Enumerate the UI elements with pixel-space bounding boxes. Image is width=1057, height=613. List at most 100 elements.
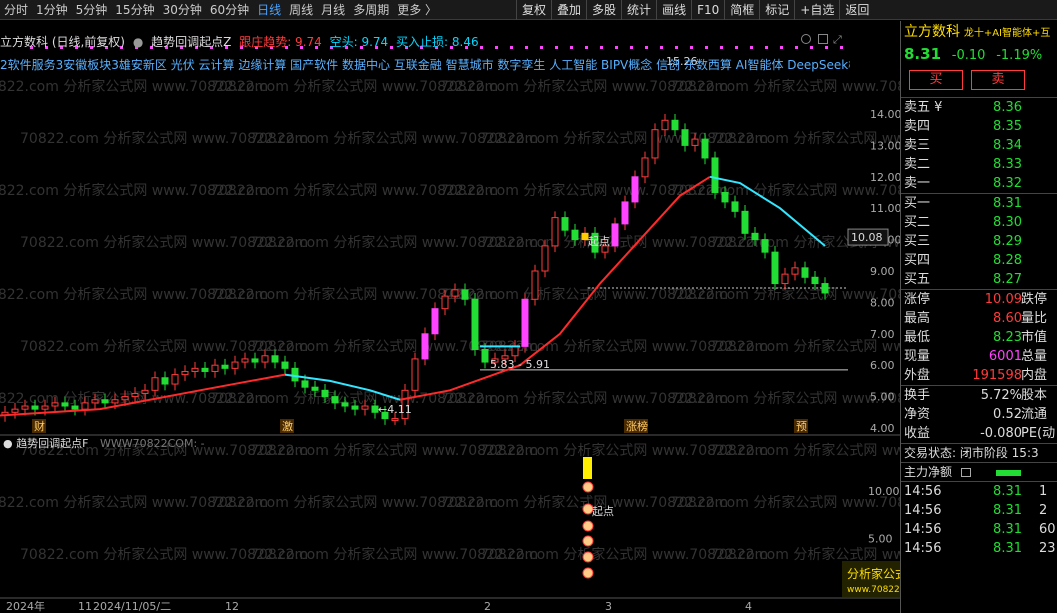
period-tab[interactable]: 分时 (0, 0, 32, 20)
buy-orders: 买一 8.31 买二 8.30 买三 8.29 买四 8.28 买五 8.27 (901, 193, 1057, 289)
stat-row-label: 最高 (904, 311, 931, 326)
x-axis-label: 2024/11/05/二 (93, 600, 171, 613)
candle-body (511, 345, 519, 357)
sell-order-row-value: 8.34 (993, 138, 1022, 153)
sell-order-row-label: 卖三 (904, 138, 931, 153)
kline-chart-svg[interactable]: 70822.com 分析家公式网 www.70822.com 70822.com … (0, 21, 900, 613)
toolbar-button[interactable]: 画线 (656, 0, 691, 20)
y-axis-label: 9.00 (870, 265, 895, 278)
period-tab[interactable]: 15分钟 (111, 0, 158, 20)
period-tab[interactable]: 多周期 (349, 0, 393, 20)
candle-body (301, 380, 309, 388)
sub-signal-dot (582, 551, 594, 563)
buy-order-row-value: 8.28 (993, 253, 1022, 268)
tick-row: 14:56 8.31 2 (901, 501, 1057, 520)
period-tab[interactable]: 更多 〉 (393, 0, 441, 20)
follow-trend-value: 跟庄趋势: 9.74 (239, 35, 322, 49)
signal-dot (660, 46, 663, 49)
period-tab[interactable]: 月线 (317, 0, 349, 20)
signal-dot (525, 46, 528, 49)
x-axis-label: 3 (605, 600, 612, 613)
event-marker: 财 (34, 419, 45, 433)
period-tab[interactable]: 5分钟 (72, 0, 112, 20)
period-tab[interactable]: 30分钟 (159, 0, 206, 20)
signal-dot (750, 46, 753, 49)
candle-body (71, 405, 79, 410)
toolbar-button[interactable]: 返回 (839, 0, 874, 20)
tick-volume: 2 (1039, 503, 1048, 518)
sell-button[interactable]: 卖 (971, 70, 1025, 90)
sub-start-label: 起点 (592, 505, 614, 518)
tick-price: 8.31 (993, 503, 1022, 518)
price-row: 8.31 -0.10 -1.19% (901, 43, 1057, 65)
buy-order-row-label: 买三 (904, 234, 931, 249)
concept-tags[interactable]: 2软件服务3安徽板块3雄安新区 光伏 云计算 边缘计算 国产软件 数据中心 互联… (0, 56, 850, 73)
toolbar-button[interactable]: 统计 (621, 0, 656, 20)
signal-dot (510, 46, 513, 49)
candle-body (781, 273, 789, 285)
signal-dot (600, 46, 603, 49)
candle-body (121, 396, 129, 401)
sell-order-row-label: 卖一 (904, 176, 931, 191)
toolbar-button[interactable]: 复权 (516, 0, 551, 20)
candle-body (631, 176, 639, 203)
toolbar-button[interactable]: 多股 (586, 0, 621, 20)
candle-body (311, 386, 319, 391)
buy-order-row: 买一 8.31 (901, 194, 1057, 213)
net-flow-bar (996, 470, 1021, 476)
stat-row-value: 191598 (972, 368, 1022, 383)
stat2-row-right-label: 流通 (1021, 407, 1048, 422)
maximize-icon[interactable] (818, 34, 828, 44)
buy-button[interactable]: 买 (909, 70, 963, 90)
signal-dot (690, 46, 693, 49)
period-tab[interactable]: 日线 (253, 0, 285, 20)
sub-signal-bar (583, 457, 592, 479)
stat-row-label: 现量 (904, 349, 931, 364)
candle-body (751, 232, 759, 241)
candle-body (761, 239, 769, 253)
candle-body (321, 389, 329, 398)
toolbar-button[interactable]: 叠加 (551, 0, 586, 20)
period-tab[interactable]: 60分钟 (206, 0, 253, 20)
candle-body (641, 157, 649, 178)
stat2-row-value: 5.72% (980, 388, 1022, 403)
stat-row-right-label: 跌停 (1021, 292, 1048, 307)
watermark-text: 70822.com 分析家公式网 www.70822.com (670, 390, 900, 407)
buy-order-row-label: 买一 (904, 196, 931, 211)
buy-order-row: 买五 8.27 (901, 270, 1057, 289)
toolbar-button[interactable]: 简框 (724, 0, 759, 20)
stat2-row-right-label: 股本 (1021, 388, 1048, 403)
signal-dot (795, 46, 798, 49)
candle-body (541, 245, 549, 272)
watermark-text: 70822.com 分析家公式网 www.70822.com (710, 546, 900, 563)
net-flow-label: 主力净额 (904, 465, 953, 479)
event-marker: 涨榜 (626, 419, 648, 433)
stat2-row-value: -0.080 (980, 426, 1022, 441)
candle-body (41, 405, 49, 410)
y-axis-label: 6.00 (870, 359, 895, 372)
list-icon[interactable] (961, 468, 971, 477)
net-flow-row[interactable]: 主力净额 (901, 462, 1057, 481)
candle-body (561, 217, 569, 231)
period-tab[interactable]: 1分钟 (32, 0, 72, 20)
expand-icon[interactable]: ⤢ (833, 33, 842, 47)
candle-body (611, 223, 619, 247)
signal-dot (765, 46, 768, 49)
toolbar-button[interactable]: +自选 (794, 0, 839, 20)
settings-dot-icon[interactable]: ● (133, 35, 143, 49)
toolbar-button[interactable]: 标记 (759, 0, 794, 20)
kline-chart-area[interactable]: 70822.com 分析家公式网 www.70822.com 70822.com … (0, 21, 900, 613)
buy-order-row-label: 买四 (904, 253, 931, 268)
sub-y-axis-label: 5.00 (868, 533, 893, 546)
quote-panel: 立方数科 龙十+AI智能体+互 8.31 -0.10 -1.19% 买 卖 卖五… (900, 21, 1057, 613)
candle-body (271, 355, 279, 363)
toolbar-button[interactable]: F10 (691, 0, 724, 20)
sell-order-row: 卖五 ¥ 8.36 (901, 98, 1057, 117)
close-circle-icon[interactable] (801, 34, 811, 44)
indicator-name[interactable]: 趋势回调起点Z (151, 35, 231, 49)
y-axis-label: 12.00 (870, 171, 900, 184)
period-tab[interactable]: 周线 (285, 0, 317, 20)
sell-order-row: 卖二 8.33 (901, 155, 1057, 174)
buy-order-row: 买四 8.28 (901, 251, 1057, 270)
signal-dot (705, 46, 708, 49)
